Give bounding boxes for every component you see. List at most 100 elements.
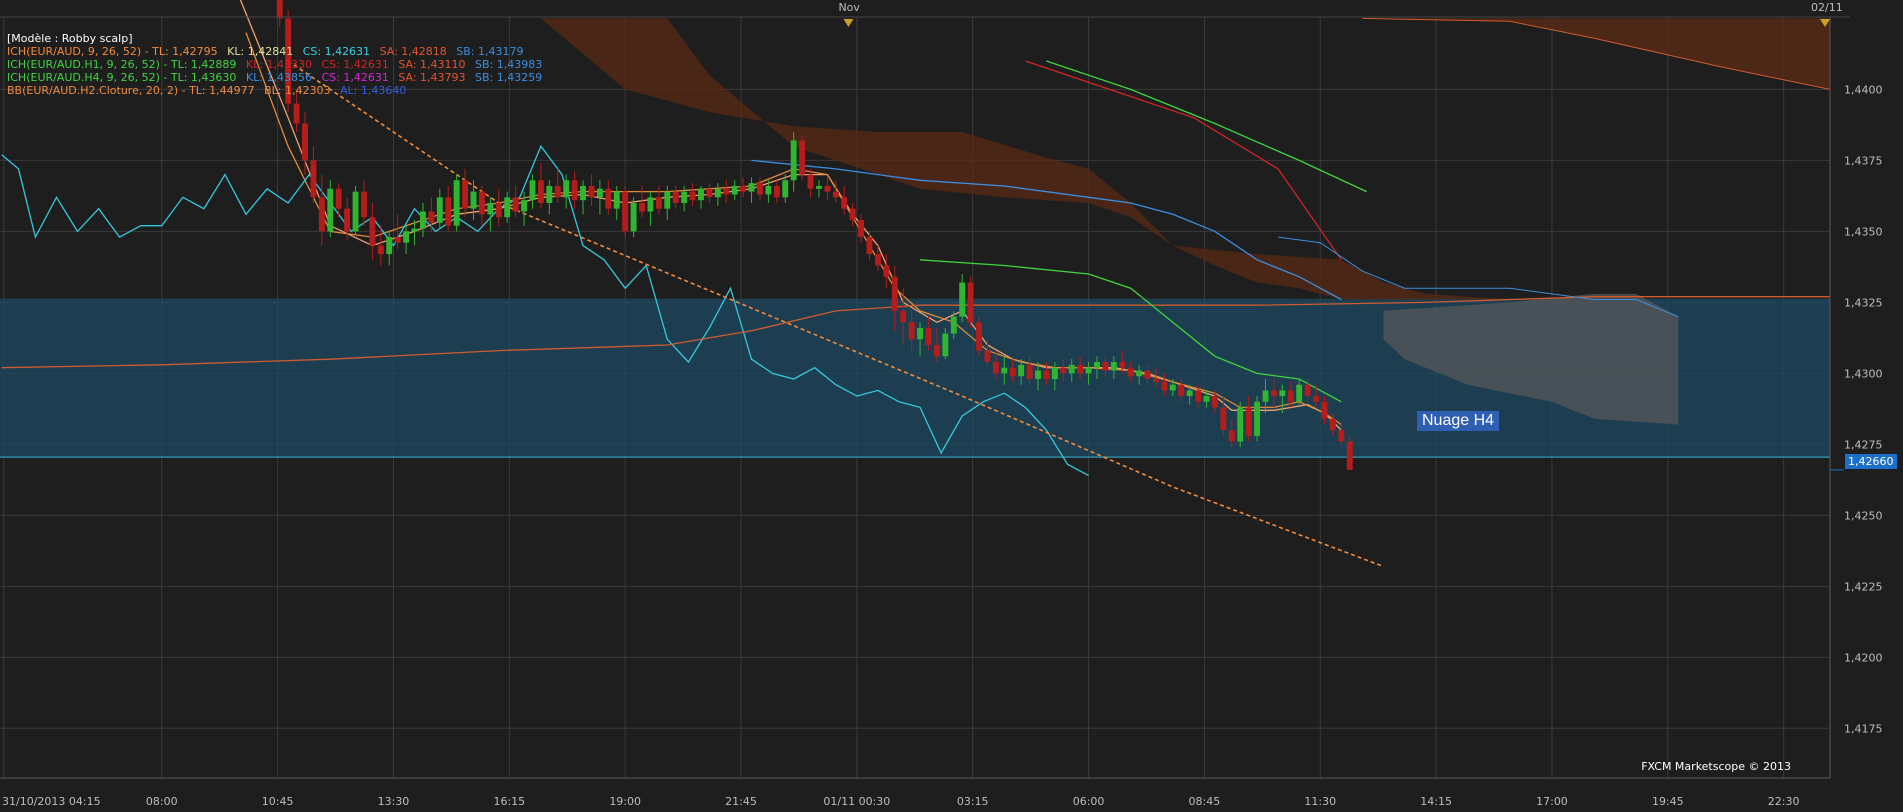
candle-body (1102, 362, 1109, 371)
legend-item: KL: 1,42841 (227, 45, 294, 58)
y-tick-label: 1,4400 (1844, 83, 1883, 96)
candle-body (411, 228, 418, 232)
candle-body (1304, 384, 1311, 397)
candle (630, 197, 637, 238)
candle-body (1077, 364, 1084, 374)
candle-body (487, 202, 494, 215)
candle-body (706, 188, 713, 198)
candle-body (1119, 362, 1126, 368)
y-tick-label: 1,4300 (1844, 367, 1883, 380)
candle-body (858, 220, 865, 238)
candle-body (495, 202, 502, 218)
x-tick-label: 19:00 (609, 795, 641, 808)
legend-row-ich: ICH(EUR/AUD, 9, 26, 52) - TL: 1,42795 KL… (7, 45, 548, 58)
candle-body (672, 191, 679, 203)
candle-body (1110, 362, 1117, 371)
x-tick-label: 10:45 (262, 795, 294, 808)
candle-body (352, 191, 359, 232)
candle-body (1321, 401, 1328, 419)
candle-body (849, 208, 856, 221)
candle-body (1060, 367, 1067, 374)
x-tick-label: 06:00 (1073, 795, 1105, 808)
legend-item: BB(EUR/AUD.H2.Cloture, 20, 2) - TL: 1,44… (7, 84, 255, 97)
candle-body (765, 185, 772, 195)
chart-canvas[interactable]: 1,4400 1,4375 1,4350 1,4325 1,4300 1,4275 1,42… (0, 0, 1903, 812)
candle-body (1009, 367, 1016, 377)
candle-body (942, 333, 949, 357)
candle-body (588, 185, 595, 198)
candle-body (462, 180, 469, 209)
y-tick-label: 1,4200 (1844, 651, 1883, 664)
candle-body (1313, 396, 1319, 402)
y-tick-label: 1,4275 (1844, 438, 1883, 451)
candle-body (1220, 407, 1227, 431)
candle-body (276, 0, 283, 19)
candle-body (622, 191, 629, 232)
candle-body (841, 197, 848, 209)
x-tick-label: 13:30 (378, 795, 410, 808)
x-tick-label: 08:00 (146, 795, 178, 808)
candle-body (1144, 370, 1151, 380)
candle-body (984, 350, 991, 363)
candle-body (554, 185, 561, 198)
candle-body (394, 237, 401, 243)
candle-body (807, 174, 814, 189)
candle-body (310, 160, 317, 198)
candle-body (816, 185, 822, 189)
candle-body (1245, 407, 1252, 436)
candle-body (1254, 401, 1261, 436)
y-tick-label: 1,4175 (1844, 722, 1883, 735)
candle-body (773, 185, 780, 198)
candle-body (992, 362, 999, 374)
candle-body (1127, 367, 1134, 377)
legend-row-bb: BB(EUR/AUD.H2.Cloture, 20, 2) - TL: 1,44… (7, 84, 548, 97)
candle-body (1203, 396, 1210, 402)
month-marker-nov: Nov (838, 1, 860, 14)
candle-body (420, 211, 426, 229)
candle-body (1262, 390, 1269, 402)
candle (352, 185, 359, 235)
candle-body (630, 202, 637, 232)
candle-body (537, 180, 544, 203)
x-tick-label: 31/10/2013 04:15 (2, 795, 101, 808)
candle-body (824, 185, 831, 192)
candle-body (1068, 364, 1075, 374)
candle-body (900, 310, 907, 323)
legend-item: SB: 1,43983 (475, 58, 543, 71)
candle-body (1018, 364, 1025, 377)
candle-body (327, 188, 334, 232)
candle-body (436, 197, 443, 223)
candle-body (959, 282, 966, 317)
candle-body (689, 191, 696, 201)
candle-body (731, 185, 738, 195)
candle (799, 134, 806, 181)
y-tick-label: 1,4375 (1844, 154, 1883, 167)
candle (327, 180, 334, 238)
model-title: [Modèle : Robby scalp] (7, 32, 133, 45)
x-tick-label: 14:15 (1420, 795, 1452, 808)
candle-body (1001, 367, 1008, 374)
candle-body (1026, 364, 1033, 380)
candle-body (428, 211, 435, 223)
candle-body (647, 197, 654, 212)
candle-body (1237, 407, 1244, 442)
candle-body (293, 103, 300, 124)
x-tick-label: 17:00 (1536, 795, 1568, 808)
legend-item: AL: 1,43640 (340, 84, 407, 97)
legend-item: SB: 1,43179 (456, 45, 524, 58)
candle-body (1161, 381, 1168, 391)
candle-body (790, 140, 797, 181)
candle-body (529, 180, 536, 201)
candle-body (504, 197, 511, 218)
candle-body (1338, 430, 1345, 442)
candle-body (369, 217, 376, 246)
indicator-legend: [Modèle : Robby scalp] ICH(EUR/AUD, 9, 2… (7, 32, 548, 97)
legend-item: BL: 1,42303 (264, 84, 331, 97)
candle-body (1287, 390, 1294, 402)
candle (1254, 396, 1261, 442)
nuage-h4-label: Nuage H4 (1417, 411, 1500, 431)
x-tick-label: 01/11 00:30 (823, 795, 890, 808)
candle-body (664, 191, 671, 209)
candle (967, 276, 974, 328)
x-tick-label: 16:15 (493, 795, 525, 808)
